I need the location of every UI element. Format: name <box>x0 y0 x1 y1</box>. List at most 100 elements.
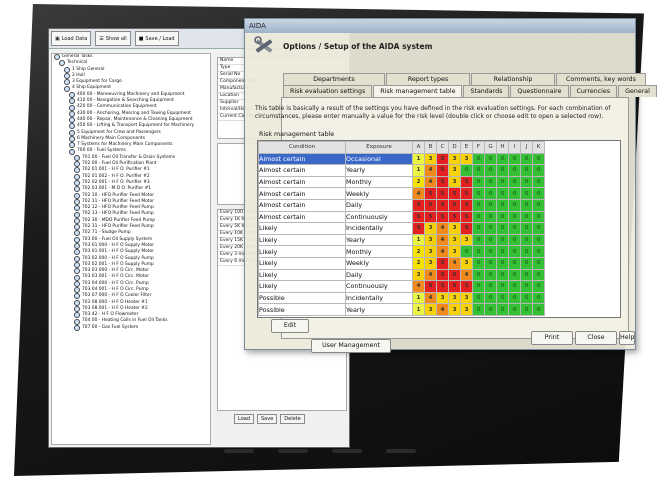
risk-level-cell[interactable]: 0 <box>496 291 509 305</box>
risk-level-cell[interactable]: 0 <box>532 280 545 293</box>
risk-level-cell[interactable]: 5 <box>412 210 425 224</box>
risk-level-cell[interactable]: 5 <box>436 280 449 293</box>
risk-level-cell[interactable]: 0 <box>496 198 509 212</box>
risk-level-cell[interactable]: 5 <box>460 280 473 293</box>
table-row[interactable]: Likely Daily 3 4 5 5 4 0 0 0 0 0 0 <box>258 268 545 282</box>
risk-level-cell[interactable]: 3 <box>424 303 437 316</box>
risk-level-cell[interactable]: 0 <box>520 164 533 177</box>
risk-level-cell[interactable]: 0 <box>472 303 485 316</box>
tab-risk-evaluation-settings[interactable]: Risk evaluation settings <box>283 85 373 97</box>
risk-level-cell[interactable]: 0 <box>496 233 509 247</box>
risk-level-cell[interactable]: 3 <box>448 222 461 235</box>
risk-level-cell[interactable]: 0 <box>508 198 521 212</box>
user-management-button[interactable]: User Management <box>311 339 391 353</box>
risk-level-cell[interactable]: 3 <box>448 245 461 258</box>
risk-level-cell[interactable]: 3 <box>424 152 437 166</box>
risk-level-cell[interactable]: 0 <box>472 198 485 212</box>
risk-level-cell[interactable]: 0 <box>532 256 545 270</box>
risk-level-cell[interactable]: 5 <box>460 187 473 200</box>
risk-level-cell[interactable]: 0 <box>496 245 509 258</box>
risk-level-cell[interactable]: 0 <box>496 268 509 282</box>
risk-level-cell[interactable]: 0 <box>496 222 509 235</box>
close-button[interactable]: Close <box>575 331 617 345</box>
risk-level-cell[interactable]: 3 <box>424 256 437 270</box>
column-header[interactable]: K <box>532 141 545 154</box>
risk-level-cell[interactable]: 0 <box>472 256 485 270</box>
show-all-button[interactable]: ☰ Show all <box>95 31 131 46</box>
risk-level-cell[interactable]: 0 <box>472 233 485 247</box>
risk-level-cell[interactable]: 4 <box>412 280 425 293</box>
risk-level-cell[interactable]: 3 <box>424 222 437 235</box>
risk-level-cell[interactable]: 2 <box>412 256 425 270</box>
risk-level-cell[interactable]: 4 <box>448 256 461 270</box>
risk-level-cell[interactable]: 0 <box>508 303 521 316</box>
risk-level-cell[interactable]: 3 <box>460 152 473 166</box>
risk-level-cell[interactable]: 3 <box>448 152 461 166</box>
risk-level-cell[interactable]: 0 <box>520 222 533 235</box>
risk-level-cell[interactable]: 5 <box>448 210 461 224</box>
risk-level-cell[interactable]: 0 <box>496 164 509 177</box>
risk-level-cell[interactable]: 0 <box>484 245 497 258</box>
risk-level-cell[interactable]: 4 <box>424 291 437 305</box>
table-row[interactable]: Likely Yearly 1 3 4 3 3 0 0 0 0 0 0 <box>258 233 545 247</box>
risk-level-cell[interactable]: 5 <box>460 210 473 224</box>
table-row[interactable]: Likely Continuously 4 5 5 5 5 0 0 0 0 0 0 <box>258 280 545 293</box>
column-header[interactable]: H <box>496 141 509 154</box>
risk-level-cell[interactable]: 5 <box>424 210 437 224</box>
component-tree[interactable]: General Tasks Technical 1 Ship General 2 Hu… <box>51 53 211 445</box>
risk-level-cell[interactable]: 5 <box>424 280 437 293</box>
column-header[interactable]: G <box>484 141 497 154</box>
risk-level-cell[interactable]: 3 <box>460 233 473 247</box>
risk-level-cell[interactable]: 5 <box>460 222 473 235</box>
table-row[interactable]: Likely Incidentally 5 3 4 3 5 0 0 0 0 0 0 <box>258 222 545 235</box>
risk-level-cell[interactable]: 4 <box>460 268 473 282</box>
risk-level-cell[interactable]: 5 <box>436 152 449 166</box>
table-row[interactable]: Almost certain Continuously 5 5 5 5 5 0 0 0 0 0 0 <box>258 210 545 224</box>
risk-level-cell[interactable]: 0 <box>472 268 485 282</box>
risk-level-cell[interactable]: 0 <box>496 175 509 189</box>
risk-level-cell[interactable]: 0 <box>520 152 533 166</box>
risk-level-cell[interactable]: 0 <box>532 164 545 177</box>
risk-level-cell[interactable]: 0 <box>520 268 533 282</box>
risk-level-cell[interactable]: 5 <box>436 256 449 270</box>
monitor-button[interactable] <box>278 449 308 453</box>
tab-questionnaire[interactable]: Questionnaire <box>510 85 569 97</box>
column-header[interactable]: J <box>520 141 533 154</box>
column-header[interactable]: Exposure <box>345 141 413 154</box>
risk-level-cell[interactable]: 5 <box>436 175 449 189</box>
edit-button[interactable]: Edit <box>271 319 309 333</box>
risk-level-cell[interactable]: 0 <box>532 303 545 316</box>
risk-level-cell[interactable]: 0 <box>520 198 533 212</box>
risk-level-cell[interactable]: 3 <box>460 291 473 305</box>
risk-level-cell[interactable]: 3 <box>448 303 461 316</box>
column-header[interactable]: F <box>472 141 485 154</box>
risk-level-cell[interactable]: 0 <box>496 187 509 200</box>
tab-comments-key-words[interactable]: Comments, key words <box>556 73 646 85</box>
tree-item[interactable]: 707 00 - Gas Fuel System <box>52 325 210 331</box>
tab-risk-management-table[interactable]: Risk management table <box>373 85 463 97</box>
risk-level-cell[interactable]: 2 <box>412 245 425 258</box>
risk-level-cell[interactable]: 0 <box>520 256 533 270</box>
risk-level-cell[interactable]: 0 <box>472 164 485 177</box>
risk-level-cell[interactable]: 5 <box>436 210 449 224</box>
risk-level-cell[interactable]: 0 <box>508 280 521 293</box>
risk-level-cell[interactable]: 4 <box>436 233 449 247</box>
table-row[interactable]: Possible Yearly 1 3 4 3 3 0 0 0 0 0 0 <box>258 303 545 316</box>
risk-level-cell[interactable]: 0 <box>484 198 497 212</box>
risk-level-cell[interactable]: 4 <box>436 222 449 235</box>
risk-level-cell[interactable]: 0 <box>484 233 497 247</box>
risk-level-cell[interactable]: 0 <box>532 175 545 189</box>
risk-level-cell[interactable]: 5 <box>436 164 449 177</box>
print-button[interactable]: Print <box>531 331 573 345</box>
risk-level-cell[interactable]: 0 <box>484 175 497 189</box>
risk-level-cell[interactable]: 3 <box>460 256 473 270</box>
risk-level-cell[interactable]: 5 <box>460 198 473 212</box>
tab-general[interactable]: General <box>618 85 657 97</box>
tab-departments[interactable]: Departments <box>283 73 385 85</box>
risk-level-cell[interactable]: 5 <box>424 198 437 212</box>
risk-level-cell[interactable]: 5 <box>436 268 449 282</box>
risk-level-cell[interactable]: 0 <box>496 256 509 270</box>
risk-level-cell[interactable]: 3 <box>424 245 437 258</box>
risk-level-cell[interactable]: 0 <box>508 233 521 247</box>
risk-level-cell[interactable]: 0 <box>508 175 521 189</box>
